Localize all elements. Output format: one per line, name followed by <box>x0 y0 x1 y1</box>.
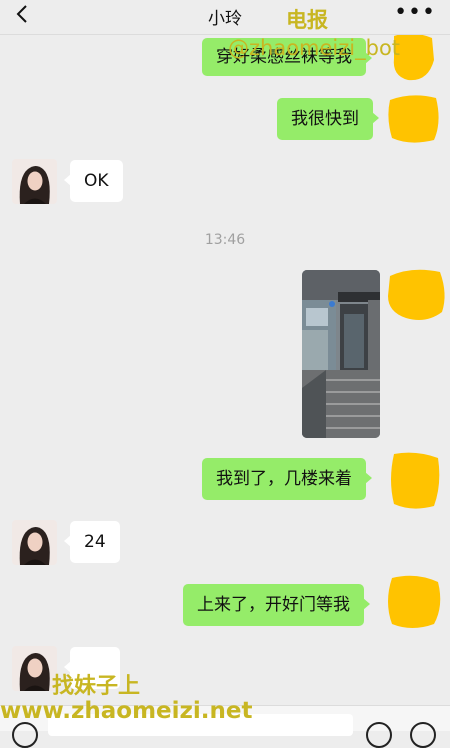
image-message[interactable] <box>302 270 380 438</box>
watermark-url: www.zhaomeizi.net <box>0 698 253 724</box>
censor-blot <box>388 575 441 628</box>
message-bubble-incoming[interactable]: 24 <box>64 521 120 563</box>
censor-blot <box>388 269 445 320</box>
message-text: 上来了，开好门等我 <box>197 595 350 615</box>
avatar[interactable] <box>12 520 57 565</box>
chat-header: 小玲 ••• <box>0 0 450 35</box>
message-text: OK <box>84 171 109 191</box>
message-bubble-outgoing[interactable]: 上来了，开好门等我 <box>183 584 370 626</box>
message-bubble-outgoing[interactable]: 我到了，几楼来着 <box>202 458 372 500</box>
message-bubble-outgoing[interactable]: 我很快到 <box>277 98 379 140</box>
emoji-icon[interactable] <box>366 722 392 748</box>
chat-title: 小玲 <box>208 9 242 29</box>
message-bubble-incoming[interactable]: OK <box>64 160 123 202</box>
watermark-label: 找妹子上 <box>52 674 141 699</box>
message-text: 我很快到 <box>291 109 359 129</box>
timestamp: 13:46 <box>204 232 246 248</box>
watermark-label: 电报 <box>286 8 328 32</box>
voice-icon[interactable] <box>12 722 38 748</box>
avatar[interactable] <box>12 646 57 691</box>
plus-icon[interactable] <box>410 722 436 748</box>
censor-blot <box>391 452 440 509</box>
watermark-handle: @zhaomeizi_bot <box>228 36 401 60</box>
message-text: 我到了，几楼来着 <box>216 469 352 489</box>
message-text: 24 <box>84 532 106 552</box>
avatar[interactable] <box>12 159 57 204</box>
censor-blot <box>388 95 439 143</box>
more-icon[interactable]: ••• <box>394 0 436 25</box>
